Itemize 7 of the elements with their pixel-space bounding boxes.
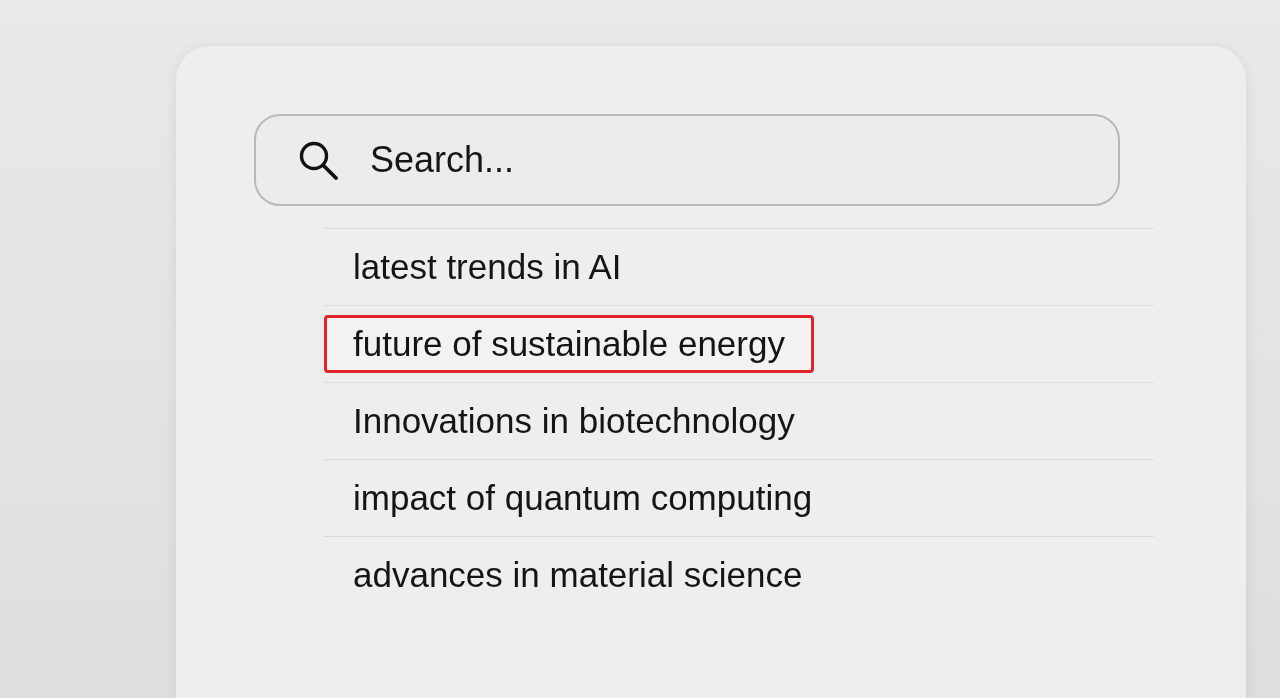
suggestion-item[interactable]: impact of quantum computing xyxy=(324,469,842,527)
suggestion-item[interactable]: advances in material science xyxy=(324,546,832,604)
search-field[interactable]: Search... xyxy=(254,114,1120,206)
suggestion-item[interactable]: latest trends in AI xyxy=(324,238,651,296)
search-icon xyxy=(298,140,338,180)
suggestion-item[interactable]: Innovations in biotechnology xyxy=(324,392,824,450)
suggestion-item[interactable]: future of sustainable energy xyxy=(324,315,814,373)
